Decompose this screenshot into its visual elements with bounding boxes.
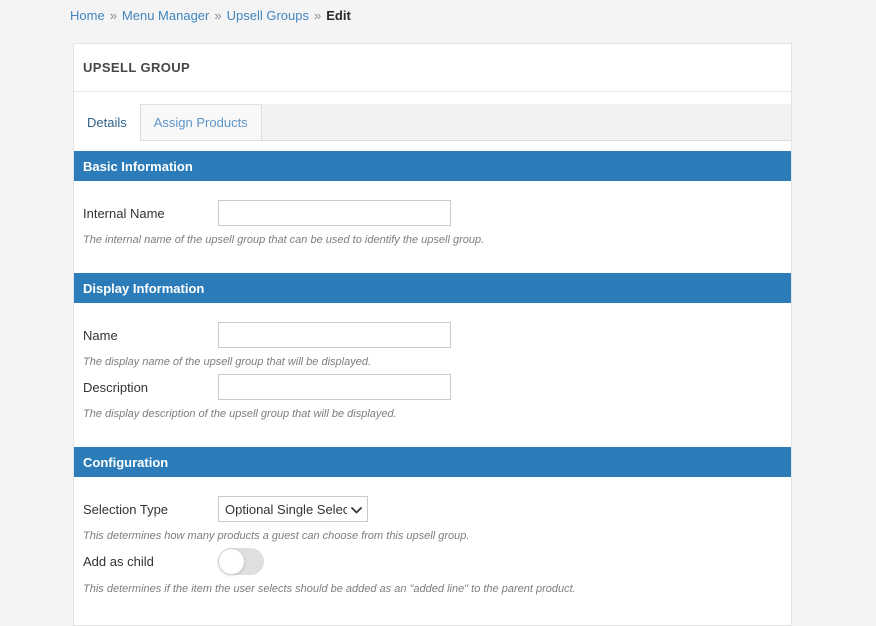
- selection-type-select[interactable]: Optional Single Selection: [219, 497, 367, 521]
- breadcrumb-link-home[interactable]: Home: [70, 8, 105, 23]
- description-label: Description: [83, 380, 218, 395]
- name-label: Name: [83, 328, 218, 343]
- breadcrumb-separator: »: [314, 8, 321, 23]
- internal-name-label: Internal Name: [83, 206, 218, 221]
- breadcrumb-link-menu-manager[interactable]: Menu Manager: [122, 8, 209, 23]
- selection-type-select-wrap: Optional Single Selection: [218, 496, 368, 522]
- section-header-display-information: Display Information: [74, 273, 791, 303]
- name-row: Name: [83, 322, 791, 348]
- selection-type-label: Selection Type: [83, 502, 218, 517]
- toggle-knob: [218, 548, 245, 575]
- add-as-child-help-text: This determines if the item the user sel…: [83, 583, 791, 596]
- section-display-information: Display Information Name The display nam…: [74, 273, 791, 421]
- add-as-child-toggle[interactable]: [218, 548, 264, 575]
- breadcrumb: Home » Menu Manager » Upsell Groups » Edit: [0, 0, 876, 43]
- add-as-child-label: Add as child: [83, 554, 218, 569]
- selection-type-row: Selection Type Optional Single Selection: [83, 496, 791, 522]
- section-title: Configuration: [83, 455, 168, 470]
- breadcrumb-current-page: Edit: [326, 8, 351, 23]
- section-header-basic-information: Basic Information: [74, 151, 791, 181]
- breadcrumb-separator: »: [110, 8, 117, 23]
- section-basic-information: Basic Information Internal Name The inte…: [74, 151, 791, 247]
- card-header: UPSELL GROUP: [74, 44, 791, 92]
- tab-assign-products-label: Assign Products: [154, 115, 248, 130]
- tab-details[interactable]: Details: [74, 104, 141, 141]
- upsell-group-card: UPSELL GROUP Details Assign Products Bas…: [73, 43, 792, 626]
- name-field[interactable]: [218, 322, 451, 348]
- section-title: Display Information: [83, 281, 204, 296]
- page-title: UPSELL GROUP: [83, 60, 190, 75]
- description-field[interactable]: [218, 374, 451, 400]
- section-title: Basic Information: [83, 159, 193, 174]
- section-header-configuration: Configuration: [74, 447, 791, 477]
- internal-name-row: Internal Name: [83, 200, 791, 226]
- internal-name-field[interactable]: [218, 200, 451, 226]
- description-help-text: The display description of the upsell gr…: [83, 408, 791, 421]
- add-as-child-row: Add as child: [83, 548, 791, 575]
- name-help-text: The display name of the upsell group tha…: [83, 356, 791, 369]
- selection-type-help-text: This determines how many products a gues…: [83, 530, 791, 543]
- tab-strip: Details Assign Products: [74, 104, 791, 141]
- internal-name-help-text: The internal name of the upsell group th…: [83, 234, 791, 247]
- description-row: Description: [83, 374, 791, 400]
- section-configuration: Configuration Selection Type Optional Si…: [74, 447, 791, 596]
- breadcrumb-link-upsell-groups[interactable]: Upsell Groups: [227, 8, 309, 23]
- tab-assign-products[interactable]: Assign Products: [141, 104, 262, 140]
- tab-details-label: Details: [87, 115, 127, 130]
- breadcrumb-separator: »: [214, 8, 221, 23]
